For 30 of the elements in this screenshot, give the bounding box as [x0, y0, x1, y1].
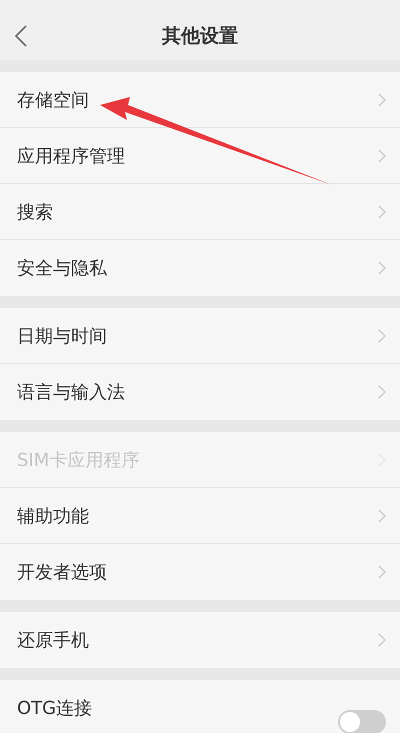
page-title: 其他设置: [162, 24, 238, 49]
settings-row[interactable]: OTG连接: [0, 680, 400, 733]
settings-row[interactable]: 搜索: [0, 184, 400, 240]
chevron-icon: [378, 633, 386, 647]
row-label: 存储空间: [17, 88, 89, 112]
settings-row[interactable]: 日期与时间: [0, 308, 400, 364]
row-label: 还原手机: [17, 629, 89, 652]
chevron-icon: [378, 148, 386, 162]
chevron-icon: [378, 328, 386, 342]
back-icon[interactable]: [14, 25, 28, 47]
chevron-icon: [378, 92, 386, 106]
settings-row[interactable]: 语言与输入法: [0, 364, 400, 420]
row-label: 搜索: [17, 200, 53, 224]
settings-row[interactable]: 开发者选项: [0, 544, 400, 600]
row-label: 安全与隐私: [17, 257, 107, 280]
row-label: 开发者选项: [17, 561, 107, 584]
row-label: 日期与时间: [17, 324, 107, 348]
chevron-icon: [378, 565, 386, 579]
chevron-icon: [378, 385, 386, 399]
chevron-icon: [378, 204, 386, 218]
row-label: OTG连接: [17, 697, 92, 720]
chevron-icon: [378, 261, 386, 275]
row-label: 语言与输入法: [17, 381, 125, 404]
row-label: 应用程序管理: [17, 144, 125, 168]
chevron-icon: [378, 508, 386, 522]
settings-row[interactable]: 安全与隐私: [0, 240, 400, 296]
row-label: 辅助功能: [17, 504, 89, 528]
toggle-switch[interactable]: [338, 710, 386, 733]
settings-row[interactable]: 辅助功能: [0, 488, 400, 544]
settings-row[interactable]: 还原手机: [0, 612, 400, 668]
